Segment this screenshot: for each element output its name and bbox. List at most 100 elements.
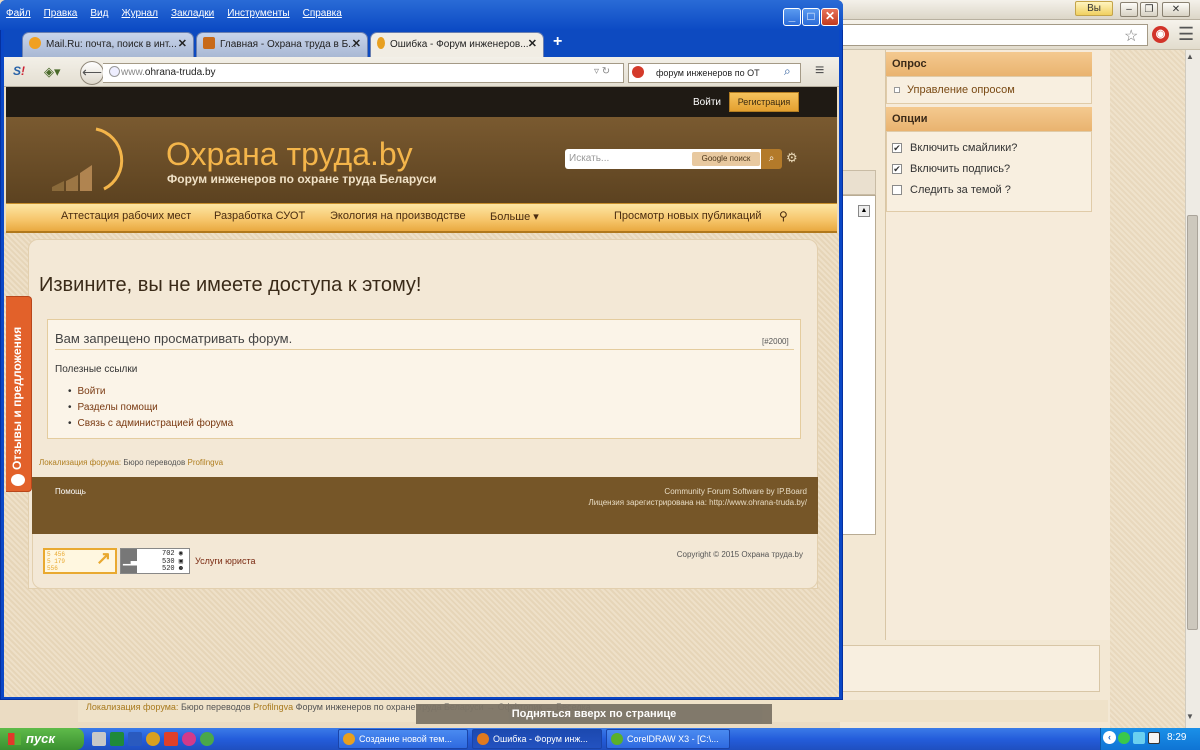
mailru-icon: [29, 37, 41, 49]
checkbox-checked-icon[interactable]: ✔: [892, 143, 902, 154]
arrow-up-right-icon: ↗: [96, 548, 112, 568]
taskbar-button-1[interactable]: Создание новой тем...: [338, 729, 468, 749]
tab-mailru[interactable]: Mail.Ru: почта, поиск в инт... ✕: [22, 32, 194, 57]
url-input[interactable]: www.ohrana-truda.by: [103, 63, 624, 83]
checkbox-icon[interactable]: [892, 185, 902, 196]
divider: [55, 349, 794, 350]
word-icon[interactable]: [128, 732, 142, 746]
new-tab-icon[interactable]: +: [553, 33, 562, 51]
background-url-bar[interactable]: [842, 24, 1148, 46]
footer-software-credit[interactable]: Community Forum Software by IP.Board: [664, 487, 807, 496]
link-login[interactable]: Войти: [68, 386, 106, 397]
menu-file[interactable]: Файл: [6, 8, 31, 24]
windows-logo-icon: [8, 733, 21, 745]
site-icon: [203, 37, 215, 49]
close-button[interactable]: ✕: [821, 8, 839, 26]
menu-tools[interactable]: Инструменты: [227, 8, 289, 24]
option-signature[interactable]: ✔ Включить подпись?: [892, 163, 1010, 175]
search-icon[interactable]: ⌕: [761, 149, 782, 169]
menu-icon[interactable]: ≡: [815, 62, 824, 80]
link-contact-admin[interactable]: Связь с администрацией форума: [68, 418, 234, 429]
tray-expand-icon[interactable]: ‹: [1103, 731, 1116, 744]
options-header: Опции: [886, 107, 1092, 131]
excel-icon[interactable]: [110, 732, 124, 746]
chat-bubble-icon: [11, 474, 25, 486]
lawyer-services-link[interactable]: Услуги юриста: [195, 556, 256, 566]
register-button[interactable]: Регистрация: [729, 92, 799, 112]
quicklaunch-icon-4[interactable]: [146, 732, 160, 746]
manage-poll-link[interactable]: Управление опросом: [907, 84, 1015, 96]
menu-view[interactable]: Вид: [90, 8, 108, 24]
checkbox-checked-icon[interactable]: ✔: [892, 164, 902, 175]
error-message: Вам запрещено просматривать форум.: [55, 331, 293, 346]
localization-credit: Локализация форума: Бюро переводов Profi…: [39, 458, 224, 467]
sidebar-addon-icon[interactable]: S!: [13, 64, 25, 78]
nav-attestation[interactable]: Аттестация рабочих мест: [61, 210, 191, 222]
addon-dropdown-icon[interactable]: ◈▾: [44, 64, 61, 80]
menu-edit[interactable]: Правка: [44, 8, 78, 24]
globe-icon: [109, 66, 120, 77]
adblock-icon[interactable]: ◉: [1152, 26, 1169, 43]
quicklaunch-icon-6[interactable]: [182, 732, 196, 746]
menu-icon[interactable]: ☰: [1178, 24, 1194, 45]
tray-icon-3[interactable]: [1148, 732, 1160, 744]
search-engine-icon[interactable]: [632, 66, 644, 78]
scroll-to-top-button[interactable]: Подняться вверх по странице: [416, 704, 772, 724]
menu-bar: Файл Правка Вид Журнал Закладки Инструме…: [6, 8, 342, 24]
logo-icon: [52, 127, 124, 191]
quicklaunch-icon-1[interactable]: [92, 732, 106, 746]
footer-help-link[interactable]: Помощь: [55, 487, 86, 496]
back-arrow-icon[interactable]: ⟵: [80, 61, 104, 85]
minimize-button[interactable]: –: [1120, 2, 1138, 17]
search-icon[interactable]: ⌕: [784, 64, 791, 79]
login-link[interactable]: Войти: [693, 97, 721, 108]
background-box: [842, 645, 1100, 692]
option-follow[interactable]: Следить за темой ?: [892, 184, 1011, 196]
scroll-up-icon[interactable]: ▲: [858, 205, 870, 217]
bookmark-star-icon[interactable]: ☆: [1124, 26, 1138, 46]
background-pattern: [1110, 50, 1185, 728]
gear-icon[interactable]: ⚙: [786, 150, 798, 166]
search-scope-button[interactable]: Google поиск: [692, 152, 760, 166]
maximize-button[interactable]: ❐: [1140, 2, 1158, 17]
tab-error-active[interactable]: Ошибка - Форум инженеров... ✕: [370, 32, 544, 57]
quicklaunch-icon-5[interactable]: [164, 732, 178, 746]
counter-1-digits: 5 456 5 179 556: [47, 551, 66, 572]
nav-new-posts[interactable]: Просмотр новых публикаций: [614, 210, 762, 222]
search-input[interactable]: форум инженеров по ОТ: [628, 63, 801, 83]
nav-more[interactable]: Больше ▾: [490, 210, 539, 223]
link-help[interactable]: Разделы помощи: [68, 402, 158, 413]
tab-home[interactable]: Главная - Охрана труда в Б... ✕: [196, 32, 368, 57]
tab-close-icon[interactable]: ✕: [178, 33, 187, 56]
site-title[interactable]: Охрана труда.by: [166, 136, 413, 173]
scrollbar-thumb[interactable]: [1187, 215, 1198, 630]
update-notice-button[interactable]: Вы: [1075, 1, 1113, 16]
network-icon[interactable]: [1133, 732, 1145, 744]
menu-history[interactable]: Журнал: [121, 8, 158, 24]
tray-icon-1[interactable]: [1118, 732, 1130, 744]
error-code: [#2000]: [762, 337, 789, 346]
counter-visitors: 520 ☻: [162, 565, 184, 573]
chrome-icon[interactable]: [200, 732, 214, 746]
menu-help[interactable]: Справка: [303, 8, 342, 24]
nav-ecology[interactable]: Экология на производстве: [330, 210, 466, 222]
editor-toolbar: [842, 170, 876, 195]
editor-textarea[interactable]: [842, 195, 876, 535]
minimize-button[interactable]: _: [783, 8, 801, 26]
bar-chart-icon: ▁▃: [123, 555, 139, 566]
scroll-up-arrow-icon[interactable]: ▲: [1186, 52, 1194, 61]
location-pin-icon[interactable]: ⚲: [779, 209, 788, 223]
option-smilies[interactable]: ✔ Включить смайлики?: [892, 142, 1017, 154]
maximize-button[interactable]: □: [802, 8, 820, 26]
taskbar-button-2[interactable]: Ошибка - Форум инж...: [472, 729, 602, 749]
chrome-icon: [343, 733, 355, 745]
reload-icon[interactable]: ▿ ↻: [594, 66, 610, 77]
feedback-label[interactable]: Отзывы и предложения: [10, 300, 24, 470]
taskbar-button-3[interactable]: CorelDRAW X3 - [C:\...: [606, 729, 730, 749]
nav-suot[interactable]: Разработка СУОТ: [214, 210, 305, 222]
menu-bookmarks[interactable]: Закладки: [171, 8, 214, 24]
tab-close-icon[interactable]: ✕: [528, 33, 537, 56]
scroll-down-arrow-icon[interactable]: ▼: [1186, 712, 1194, 721]
tab-close-icon[interactable]: ✕: [352, 33, 361, 56]
close-button[interactable]: ✕: [1162, 2, 1190, 17]
